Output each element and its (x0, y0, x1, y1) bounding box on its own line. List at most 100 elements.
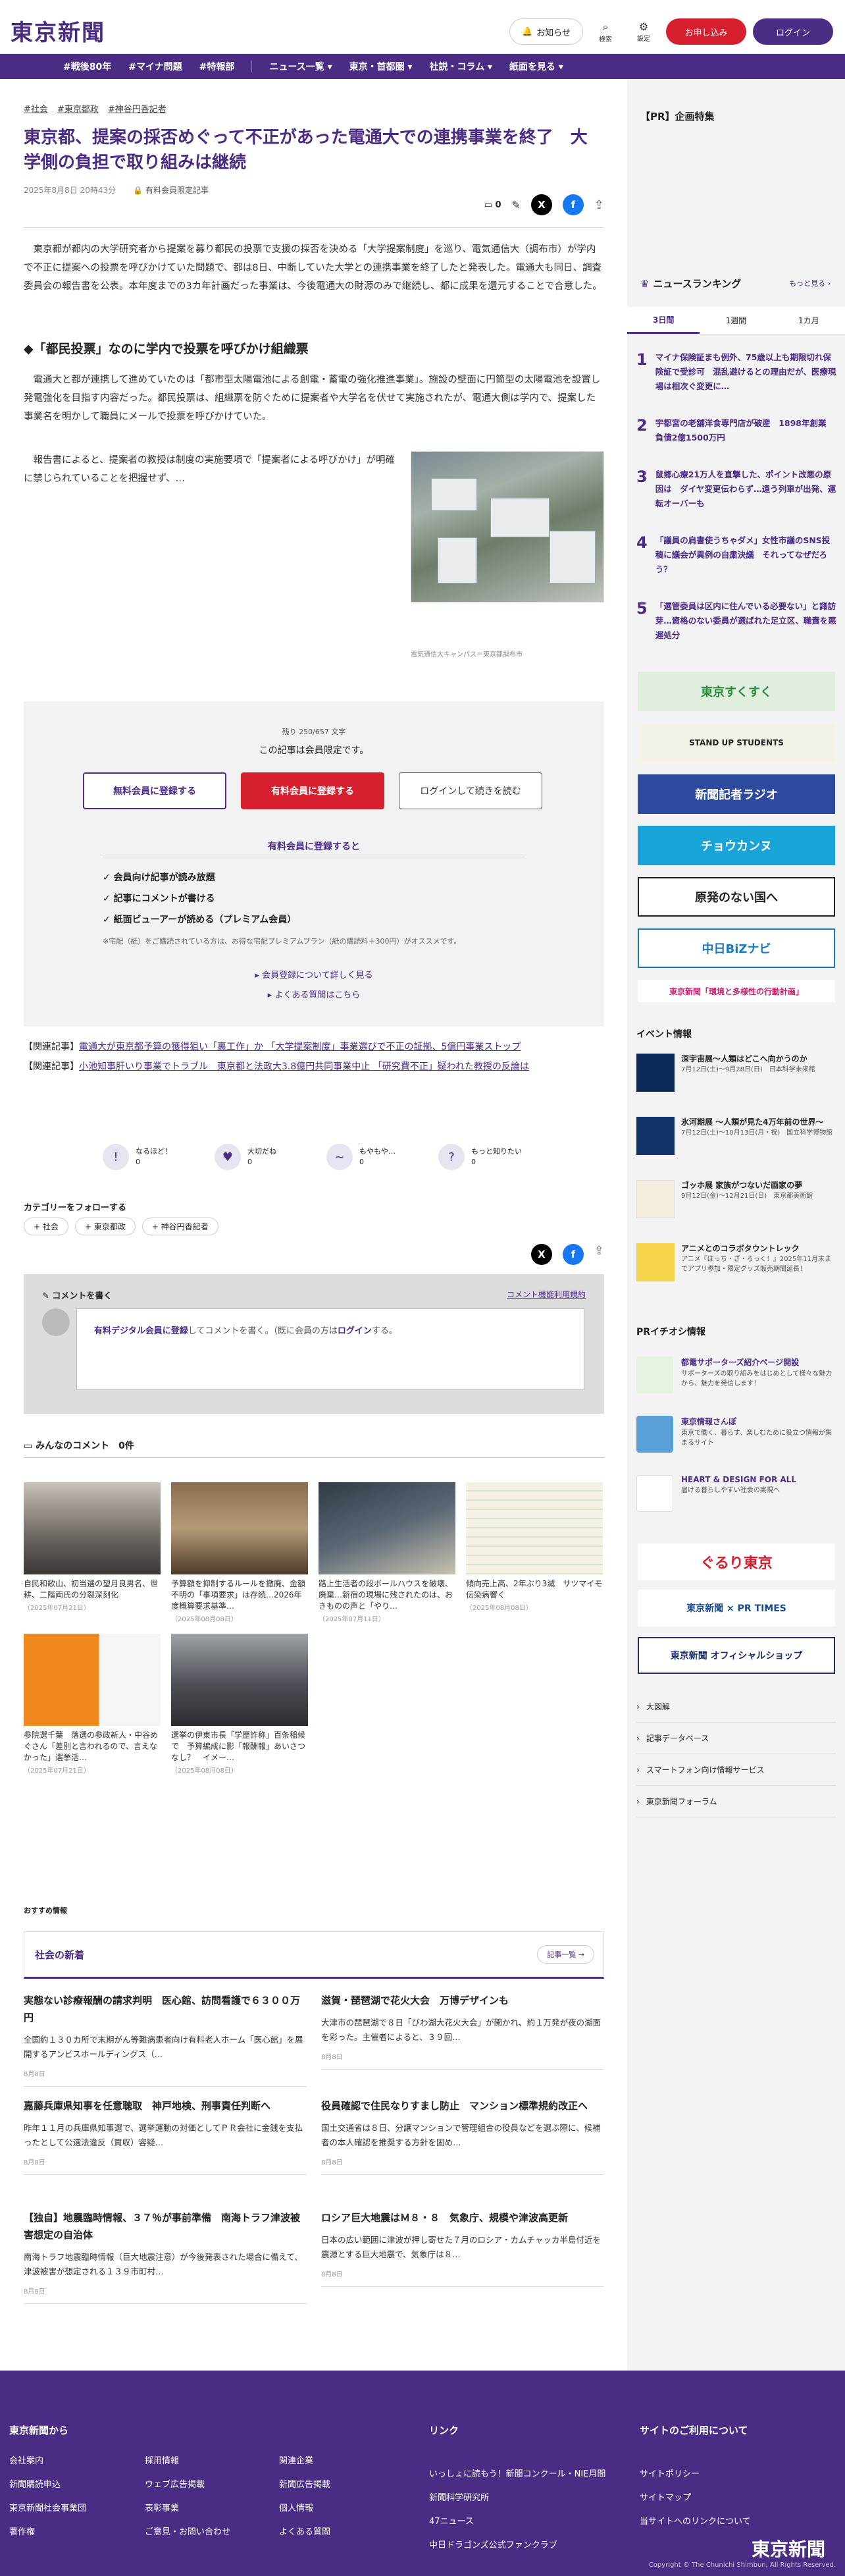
nav-item[interactable]: #マイナ問題 (128, 60, 182, 73)
ranking-item[interactable]: 3 鼠郷心療21万人を直撃した、ポイント改悪の原因は ダイヤ変更伝わらず…遠う列車… (636, 468, 836, 511)
related-link[interactable]: 小池知事肝いり事業でトラブル 東京都と法政大3.8億円共同事業中止 「研究費不正… (79, 1061, 529, 1072)
x-share-icon[interactable]: X (530, 1244, 552, 1265)
tab-1month[interactable]: 1カ月 (773, 307, 845, 334)
banner-genpatsu[interactable]: 原発のない国へ (638, 877, 835, 917)
sidebar-link[interactable]: › 大図解 (636, 1691, 836, 1723)
settings-button[interactable]: ⚙ 設定 (628, 20, 659, 43)
login-to-read-button[interactable]: ログインして続きを読む (399, 772, 542, 809)
news-item[interactable]: 滋賀・琵琶湖で花火大会 万博デザインも 大津市の琵琶湖で８日「びわ湖大花火大会」が… (321, 1992, 604, 2070)
reaction-button[interactable]: ~ もやもや… 0 (326, 1144, 438, 1170)
nav-item[interactable]: 紙面を見る ▾ (509, 60, 563, 73)
facebook-share-icon[interactable]: f (562, 194, 584, 215)
footer-link[interactable]: ご意見・お問い合わせ (145, 2521, 230, 2544)
follow-tag-button[interactable]: + 神谷円香記者 (141, 1218, 218, 1235)
event-item[interactable]: 深宇宙展〜人類はどこへ向かうのか 7月12日(土)〜9月28日(日) 日本科学未来… (636, 1054, 836, 1092)
pr-pick-item[interactable]: 都電サポーターズ紹介ページ開設 サポーターズの取り組みをはじめとして様々な魅力から… (636, 1356, 836, 1393)
banner-prtimes[interactable]: 東京新聞 × PR TIMES (638, 1590, 835, 1626)
x-share-icon[interactable]: X (530, 194, 552, 215)
notice-button[interactable]: 🔔 お知らせ (509, 18, 583, 45)
footer-link[interactable]: 表彰事業 (145, 2497, 230, 2521)
ranking-item[interactable]: 5 「選管委員は区内に住んでいる必要ない」と諏訪芽…資格のない委員が選ばれた足立区… (636, 599, 836, 643)
bookmark-icon[interactable]: ✎ (512, 199, 521, 211)
banner-action-plan[interactable]: 東京新聞「環境と多様性の行動計画」 (638, 980, 835, 1002)
share-icon[interactable]: ⇪ (594, 198, 604, 212)
reaction-button[interactable]: ! なるほど！ 0 (103, 1144, 215, 1170)
recommend-card[interactable]: 傾向売上高、2年ぶり3減 サツマイモ伝染病響く （2025年08月08日） (466, 1482, 603, 1612)
nav-item[interactable]: ニュース一覧 ▾ (269, 60, 332, 73)
footer-link[interactable]: 新聞科学研究所 (429, 2486, 605, 2510)
ranking-item[interactable]: 4 「議員の肩書使うちゃダメ」女性市議のSNS投稿に議会が異例の自粛決議 それって… (636, 533, 836, 577)
banner-sukusuku[interactable]: 東京すくすく (638, 672, 835, 711)
footer-link[interactable]: 新聞広告掲載 (279, 2473, 330, 2497)
share-icon[interactable]: ⇪ (594, 1244, 604, 1265)
reaction-button[interactable]: ♥ 大切だね 0 (215, 1144, 326, 1170)
news-item[interactable]: 実態ない診療報酬の請求判明 医心館、訪問看護で６３００万円 全国約１３０カ所で末期… (24, 1992, 307, 2087)
event-item[interactable]: 氷河期展 〜人類が見た4万年前の世界〜 7月12日(土)〜10月13日(月・祝) … (636, 1117, 836, 1155)
follow-tag-button[interactable]: + 東京都政 (74, 1218, 136, 1235)
comment-input[interactable]: 有料デジタル会員に登録してコメントを書く。（既に会員の方はログインする。 (76, 1308, 584, 1390)
recommend-card[interactable]: 予算額を抑制するルールを撤廃、金額不明の「事項要求」は存続…2026年度概算要求… (171, 1482, 308, 1623)
news-item[interactable]: 【独自】地震臨時情報、３７％が事前準備 南海トラフ津波被害想定の自治体 南海トラフ… (24, 2209, 307, 2304)
recommend-card[interactable]: 参院選千葉 落選の参政新人・中谷めぐさん「差別と言われるので、言えなかった」選挙… (24, 1634, 161, 1775)
recommend-card[interactable]: 自民和歌山、初当選の望月良男名、世耕、二階両氏の分裂深刻化 （2025年07月21… (24, 1482, 161, 1612)
recommend-card[interactable]: 選挙の伊東市長「学歴詐称」百条稲候で 予算編成に影「報酬報」あいさつなし？ イメ… (171, 1634, 308, 1775)
tab-3days[interactable]: 3日間 (627, 307, 700, 334)
ranking-more-link[interactable]: もっと見る › (789, 278, 831, 288)
site-logo[interactable]: 東京新聞 (11, 14, 105, 47)
pr-pick-item[interactable]: HEART & DESIGN FOR ALL 届ける暮らしやすい社会の実現へ (636, 1475, 836, 1512)
banner-radio[interactable]: 新聞記者ラジオ (638, 774, 835, 814)
article-photo[interactable] (411, 451, 604, 603)
search-button[interactable]: ⌕ 検索 (590, 20, 621, 43)
banner-choukan[interactable]: チョウカンヌ (638, 826, 835, 865)
footer-link[interactable]: 東京新聞社会事業団 (9, 2497, 86, 2521)
sidebar-link[interactable]: › 東京新聞フォーラム (636, 1786, 836, 1817)
comment-terms-link[interactable]: コメント機能利用規約 (507, 1289, 586, 1300)
nav-item[interactable]: #戦後80年 (63, 60, 111, 73)
footer-link[interactable]: ウェブ広告掲載 (145, 2473, 230, 2497)
nav-item[interactable]: #特報部 (199, 60, 235, 73)
footer-link[interactable]: 中日ドラゴンズ公式ファンクラブ (429, 2534, 605, 2558)
event-item[interactable]: ゴッホ展 家族がつないだ画家の夢 9月12日(金)〜12月21日(日) 東京都美術… (636, 1180, 836, 1218)
register-button[interactable]: お申し込み (666, 18, 746, 45)
sidebar-link[interactable]: › スマートフォン向け情報サービス (636, 1754, 836, 1786)
reaction-button[interactable]: ? もっと知りたい 0 (438, 1144, 550, 1170)
footer-link[interactable]: 会社案内 (9, 2450, 86, 2473)
footer-link[interactable]: 当サイトへのリンクについて (640, 2510, 751, 2534)
membership-info-link[interactable]: ▸ 会員登録について詳しく見る (24, 966, 604, 986)
tag-link[interactable]: #社会 (24, 102, 48, 115)
banner-standup[interactable]: STAND UP STUDENTS (638, 723, 835, 763)
sidebar-link[interactable]: › 記事データベース (636, 1723, 836, 1754)
article-list-button[interactable]: 記事一覧 → (537, 1945, 594, 1964)
footer-link[interactable]: サイトマップ (640, 2486, 751, 2510)
nav-item[interactable]: 東京・首都圏 ▾ (349, 60, 413, 73)
footer-link[interactable]: 採用情報 (145, 2450, 230, 2473)
tag-link[interactable]: #神谷円香記者 (108, 102, 166, 115)
follow-tag-button[interactable]: + 社会 (24, 1218, 68, 1235)
faq-link[interactable]: ▸ よくある質問はこちら (24, 986, 604, 1006)
comment-count[interactable]: ▭ 0 (484, 200, 501, 210)
free-register-button[interactable]: 無料会員に登録する (83, 772, 226, 809)
banner-gururi[interactable]: ぐるり東京 (638, 1543, 835, 1580)
event-item[interactable]: アニメとのコラボタウントレック アニメ『ぼっち・ざ・ろっく！』2025年11月末ま… (636, 1243, 836, 1281)
footer-link[interactable]: よくある質問 (279, 2521, 330, 2544)
ranking-item[interactable]: 1 マイナ保険証まも例外、75歳以上も期限切れ保険証で受診可 混乱避けるとの理由だ… (636, 350, 836, 394)
footer-link[interactable]: サイトポリシー (640, 2463, 751, 2486)
tab-1week[interactable]: 1週間 (700, 307, 772, 334)
paid-register-button[interactable]: 有料会員に登録する (241, 772, 384, 809)
banner-shop[interactable]: 東京新聞 オフィシャルショップ (638, 1637, 835, 1674)
recommend-card[interactable]: 路上生活者の段ボールハウスを破壊、廃棄…新宿の現場に残されたのは、おきものの声と… (319, 1482, 455, 1623)
register-link[interactable]: 有料デジタル会員に登録 (94, 1326, 188, 1336)
nav-item[interactable]: 社説・コラム ▾ (430, 60, 492, 73)
related-link[interactable]: 電通大が東京都予算の獲得狙い「裏工作」か 「大学提案制度」事業選びで不正の証拠、… (79, 1042, 521, 1052)
login-button[interactable]: ログイン (753, 18, 833, 45)
ranking-item[interactable]: 2 宇都宮の老舗洋食専門店が破産 1898年創業 負債2億1500万円 (636, 416, 836, 445)
footer-link[interactable]: 個人情報 (279, 2497, 330, 2521)
news-item[interactable]: 役員確認で住民なりすまし防止 マンション標準規約改正へ 国土交通省は８日、分譲マン… (321, 2097, 604, 2175)
news-item[interactable]: ロシア巨大地震はＭ８・８ 気象庁、規模や津波高更新 日本の広い範囲に津波が押し寄せ… (321, 2209, 604, 2287)
footer-link[interactable]: 新聞購読申込 (9, 2473, 86, 2497)
banner-bizunavi[interactable]: 中日BiZナビ (638, 928, 835, 968)
footer-link[interactable]: いっしょに読もう！新聞コンクール・NIE月間 (429, 2463, 605, 2486)
footer-link[interactable]: 著作権 (9, 2521, 86, 2544)
footer-link[interactable]: 47ニュース (429, 2510, 605, 2534)
login-link[interactable]: ログイン (338, 1326, 372, 1336)
